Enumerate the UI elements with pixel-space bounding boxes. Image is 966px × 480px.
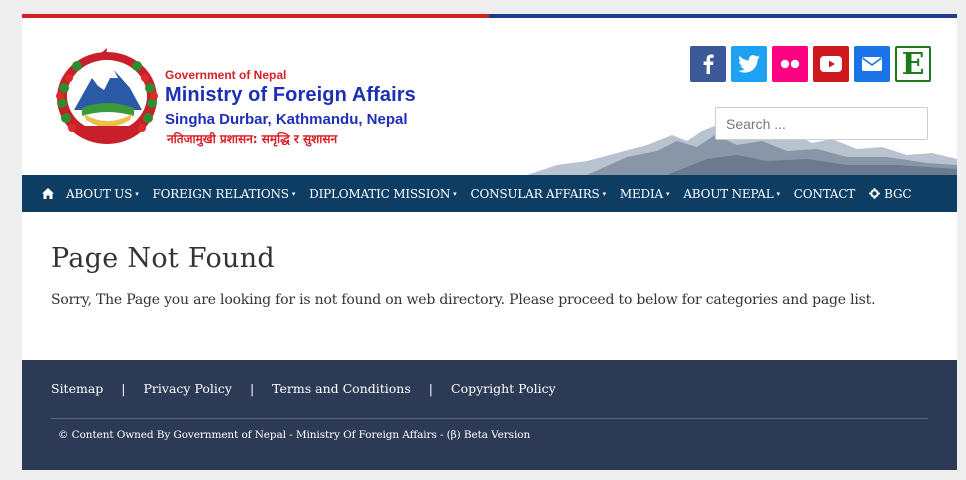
social-links: E	[690, 46, 931, 82]
youtube-icon[interactable]	[813, 46, 849, 82]
main-content: Page Not Found Sorry, The Page you are l…	[22, 212, 957, 360]
page-title: Page Not Found	[51, 243, 275, 274]
chevron-down-icon: ▾	[291, 189, 296, 198]
footer-link-terms[interactable]: Terms and Conditions	[272, 381, 411, 396]
chevron-down-icon: ▾	[135, 189, 139, 198]
twitter-icon[interactable]	[731, 46, 767, 82]
gear-icon	[869, 188, 881, 199]
page-container: Government of Nepal Ministry of Foreign …	[22, 14, 957, 470]
footer-links: Sitemap | Privacy Policy | Terms and Con…	[51, 381, 556, 396]
mail-icon[interactable]	[854, 46, 890, 82]
copyright-text: © Content Owned By Government of Nepal -…	[58, 429, 531, 441]
footer-separator: |	[249, 381, 255, 396]
nav-consular-affairs[interactable]: CONSULAR AFFAIRS ▾	[471, 187, 607, 201]
chevron-down-icon: ▾	[665, 189, 670, 198]
flickr-icon[interactable]	[772, 46, 808, 82]
footer-link-copyright-policy[interactable]: Copyright Policy	[451, 381, 556, 396]
site-header: Government of Nepal Ministry of Foreign …	[22, 18, 957, 175]
chevron-down-icon: ▾	[453, 189, 457, 198]
main-navigation: ABOUT US ▾ FOREIGN RELATIONS ▾ DIPLOMATIC …	[22, 175, 957, 212]
nepal-emblem-logo[interactable]	[52, 48, 162, 148]
footer-divider	[51, 418, 928, 419]
government-of-nepal-text: Government of Nepal	[165, 68, 287, 82]
chevron-down-icon: ▾	[602, 189, 607, 198]
nav-home[interactable]	[42, 188, 54, 199]
ministry-motto: नतिजामुखी प्रशासन: समृद्धि र सुशासन	[167, 132, 338, 146]
ministry-title[interactable]: Ministry of Foreign Affairs	[165, 84, 416, 107]
ministry-address: Singha Durbar, Kathmandu, Nepal	[165, 111, 408, 128]
footer-link-sitemap[interactable]: Sitemap	[51, 381, 103, 396]
ekantipur-e-icon[interactable]: E	[895, 46, 931, 82]
nav-contact[interactable]: CONTACT	[794, 187, 856, 201]
facebook-icon[interactable]	[690, 46, 726, 82]
footer-link-privacy-policy[interactable]: Privacy Policy	[144, 381, 232, 396]
nav-bgc[interactable]: BGC	[869, 187, 912, 201]
footer-separator: |	[121, 381, 126, 396]
nav-foreign-relations[interactable]: FOREIGN RELATIONS ▾	[153, 187, 296, 201]
nav-diplomatic-mission[interactable]: DIPLOMATIC MISSION ▾	[309, 187, 457, 201]
not-found-message: Sorry, The Page you are looking for is n…	[51, 292, 876, 308]
nav-about-nepal[interactable]: ABOUT NEPAL ▾	[683, 187, 780, 201]
site-footer: Sitemap | Privacy Policy | Terms and Con…	[22, 360, 957, 470]
nav-media[interactable]: MEDIA ▾	[620, 187, 670, 201]
chevron-down-icon: ▾	[776, 189, 780, 198]
nav-about-us[interactable]: ABOUT US ▾	[66, 187, 139, 201]
search-input[interactable]	[715, 107, 928, 140]
footer-separator: |	[428, 381, 433, 396]
home-icon	[42, 188, 54, 199]
